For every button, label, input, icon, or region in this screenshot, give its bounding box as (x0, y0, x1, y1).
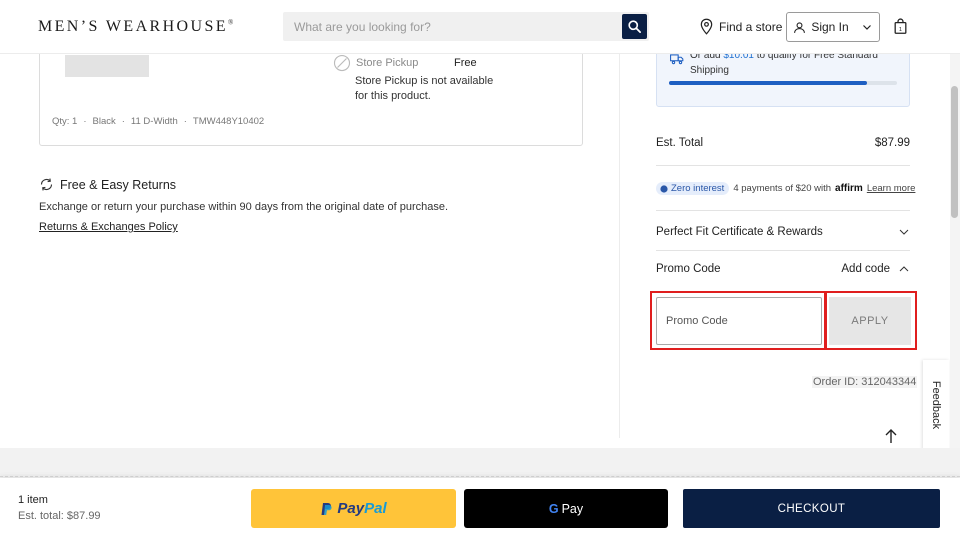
shopping-bag-button[interactable]: 1 (893, 18, 908, 40)
user-icon (794, 21, 806, 33)
item-sku: TMW448Y10402 (192, 116, 265, 127)
site-header: MEN’S WEARHOUSE® Find a store Sign In 1 (0, 0, 960, 54)
add-code-label: Add code (841, 263, 890, 275)
item-qty: Qty: 1 (52, 116, 78, 127)
summary-divider (656, 210, 910, 211)
bottom-est-total: Est. total: $87.99 (18, 510, 101, 522)
returns-description: Exchange or return your purchase within … (39, 201, 449, 213)
order-id: Order ID: 312043344 (812, 376, 918, 388)
returns-policy-link[interactable]: Returns & Exchanges Policy (39, 221, 178, 233)
est-total-value: $87.99 (874, 137, 910, 149)
promo-code-row: Promo Code Add code (656, 263, 910, 275)
paypal-button[interactable]: PayPal (251, 489, 456, 528)
affirm-logo: affirm (835, 183, 863, 194)
search-icon (628, 20, 641, 33)
sticky-checkout-bar: 1 item Est. total: $87.99 PayPal G Pay C… (0, 478, 960, 540)
zero-interest-badge: Zero interest (656, 182, 730, 195)
item-color: Black (92, 116, 116, 127)
feedback-tab[interactable]: Feedback (923, 360, 949, 450)
sign-in-button[interactable]: Sign In (786, 12, 880, 42)
search-button[interactable] (622, 14, 647, 39)
promo-code-label: Promo Code (656, 263, 721, 275)
shipping-progress-bar (669, 81, 897, 85)
sign-in-label: Sign In (811, 20, 849, 34)
column-divider (619, 54, 620, 438)
est-total-row: Est. Total $87.99 (656, 137, 910, 149)
summary-divider (656, 250, 910, 251)
chevron-down-icon (862, 25, 871, 30)
store-pickup-unavailable-icon (333, 54, 351, 72)
product-image[interactable] (65, 55, 149, 77)
paypal-wordmark: PayPal (337, 500, 387, 517)
shopping-bag-icon: 1 (894, 18, 907, 34)
store-pickup-title: Store Pickup (356, 57, 419, 69)
brand-logo[interactable]: MEN’S WEARHOUSE® (38, 18, 233, 36)
paypal-logo-icon (321, 502, 332, 515)
page-scrollbar[interactable] (950, 54, 960, 448)
location-pin-icon (700, 18, 713, 35)
summary-divider (656, 165, 910, 166)
google-g-icon: G (548, 501, 559, 516)
search-bar (283, 12, 649, 41)
est-total-label: Est. Total (656, 137, 704, 149)
tag-icon (660, 184, 668, 193)
perfect-fit-rewards-toggle[interactable]: Perfect Fit Certificate & Rewards (656, 226, 910, 238)
apply-promo-button[interactable]: APPLY (829, 297, 911, 345)
item-attributes: Qty: 1 · Black · 11 D-Width · TMW448Y10402 (52, 116, 265, 127)
checkout-button[interactable]: CHECKOUT (683, 489, 940, 528)
find-a-store-link[interactable]: Find a store (699, 18, 782, 35)
promo-code-input[interactable] (656, 297, 822, 345)
perfect-fit-label: Perfect Fit Certificate & Rewards (656, 226, 823, 238)
google-pay-button[interactable]: G Pay (464, 489, 668, 528)
find-a-store-label: Find a store (719, 19, 783, 34)
returns-title: Free & Easy Returns (60, 177, 177, 192)
returns-heading: Free & Easy Returns (39, 177, 176, 192)
affirm-financing-row: Zero interest 4 payments of $20 with aff… (656, 182, 915, 195)
returns-icon (40, 178, 53, 191)
arrow-up-icon (885, 429, 897, 443)
chevron-up-icon (899, 266, 909, 272)
feedback-label: Feedback (930, 380, 942, 430)
google-pay-label: Pay (561, 501, 584, 516)
footer-gray-band (0, 448, 960, 478)
affirm-learn-more-link[interactable]: Learn more (867, 183, 916, 194)
scrollbar-thumb[interactable] (951, 86, 958, 218)
search-input[interactable] (283, 12, 619, 41)
affirm-payments-text: 4 payments of $20 with (733, 183, 832, 194)
store-pickup-price: Free (454, 57, 477, 69)
shipping-progress-fill (669, 81, 868, 85)
add-code-toggle[interactable]: Add code (841, 263, 910, 275)
item-size: 11 D-Width (130, 116, 178, 127)
svg-text:1: 1 (899, 27, 902, 33)
store-pickup-note: Store Pickup is not available for this p… (355, 75, 494, 102)
footer-dashed-divider (0, 476, 960, 477)
cart-item-count: 1 item (18, 494, 48, 506)
truck-icon (670, 54, 684, 65)
chevron-down-icon (899, 229, 909, 235)
